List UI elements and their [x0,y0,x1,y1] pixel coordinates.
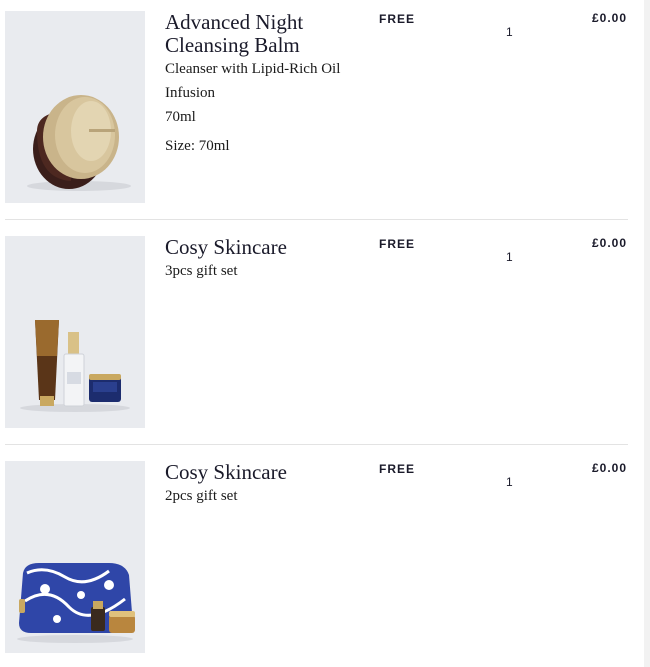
free-badge: FREE [379,237,416,251]
quantity-value: 1 [506,250,513,264]
product-name[interactable]: Advanced Night Cleansing Balm [165,11,370,57]
product-info: Advanced Night Cleansing Balm Cleanser w… [165,11,370,156]
product-size: Size: 70ml [165,138,230,154]
product-description: 2pcs gift set [165,488,238,504]
free-badge: FREE [379,462,416,476]
item-divider [5,444,628,445]
item-price: £0.00 [591,11,627,25]
item-price: £0.00 [591,461,627,475]
product-image-cosy-skincare-2pcs[interactable] [5,461,145,653]
pouch-gift-set-icon [17,563,135,643]
cleansing-balm-jar-icon [27,95,131,191]
scrollbar[interactable] [644,0,650,667]
product-name[interactable]: Cosy Skincare [165,461,370,484]
free-badge: FREE [379,12,416,26]
product-description: Cleanser with Lipid-Rich Oil Infusion 70… [165,61,341,125]
quantity-value: 1 [506,25,513,39]
product-info: Cosy Skincare 3pcs gift set [165,236,370,283]
skincare-gift-set-icon [20,320,130,412]
item-price: £0.00 [591,236,627,250]
product-image-cleansing-balm[interactable] [5,11,145,203]
item-divider [5,219,628,220]
product-name[interactable]: Cosy Skincare [165,236,370,259]
quantity-value: 1 [506,475,513,489]
product-info: Cosy Skincare 2pcs gift set [165,461,370,508]
product-description: 3pcs gift set [165,263,238,279]
product-image-cosy-skincare-3pcs[interactable] [5,236,145,428]
